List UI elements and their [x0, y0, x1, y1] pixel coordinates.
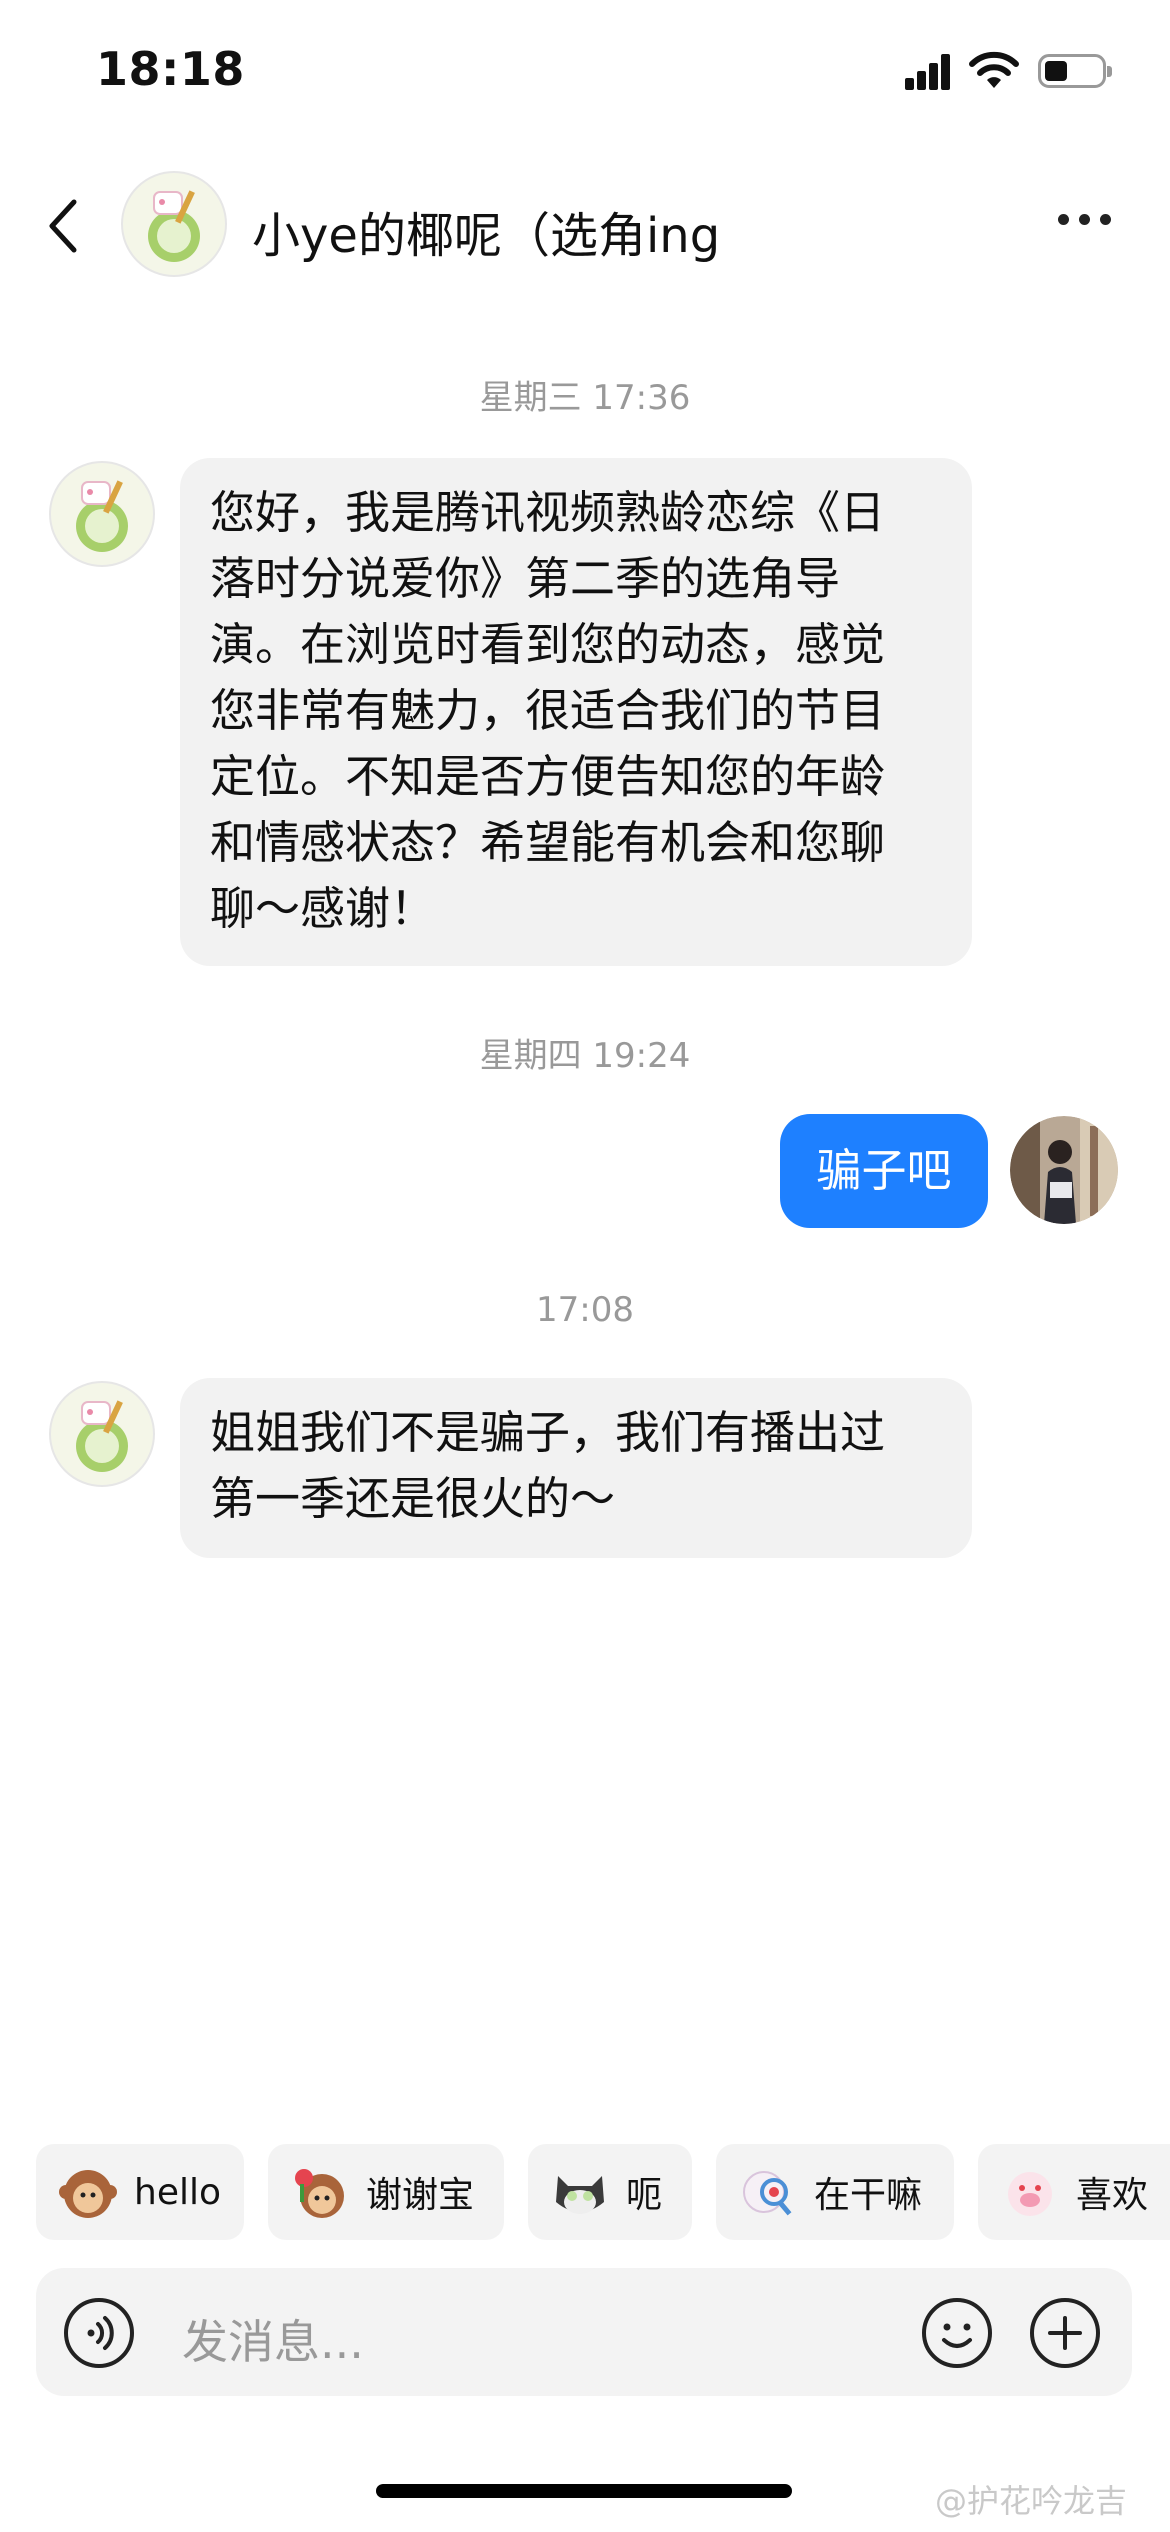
- message-line: 定位。不知是否方便告知您的年龄: [210, 750, 886, 803]
- watermark: @护花吟龙吉: [935, 2482, 1128, 2520]
- add-attachment-icon[interactable]: [1028, 2296, 1102, 2370]
- message-input[interactable]: 发消息...: [182, 2306, 364, 2372]
- quick-reply-label: 在干嘛: [814, 2175, 923, 2216]
- self-message-bubble[interactable]: 骗子吧: [780, 1114, 988, 1228]
- contact-avatar[interactable]: [48, 1380, 156, 1488]
- contact-avatar[interactable]: [48, 460, 156, 568]
- message-line: 聊～感谢！: [210, 882, 436, 935]
- message-line: 和情感状态？希望能有机会和您聊: [210, 816, 886, 869]
- pig-icon: [1008, 2172, 1052, 2216]
- magnifier-creature-icon: [743, 2171, 792, 2216]
- quick-reply-uh[interactable]: 呃: [528, 2144, 692, 2240]
- quick-reply-what-doing[interactable]: 在干嘛: [716, 2144, 954, 2240]
- quick-reply-label: 呃: [626, 2175, 663, 2216]
- cat-icon: [556, 2176, 604, 2214]
- monkey-flower-icon: [295, 2169, 344, 2218]
- message-line: 第一季还是很火的～: [210, 1472, 616, 1525]
- message-line: 您非常有魅力，很适合我们的节目: [210, 684, 886, 737]
- quick-reply-label: 喜欢: [1076, 2175, 1149, 2216]
- message-line: 演。在浏览时看到您的动态，感觉: [210, 618, 886, 671]
- timestamp: 17:08: [536, 1290, 634, 1330]
- quick-reply-thanks[interactable]: 谢谢宝: [268, 2144, 504, 2240]
- quick-reply-label: 谢谢宝: [366, 2175, 475, 2216]
- chat-title: 小ye的椰呢（选角ing: [252, 208, 721, 264]
- contact-avatar[interactable]: [120, 170, 228, 278]
- message-line: 落时分说爱你》第二季的选角导: [210, 552, 841, 605]
- status-time: 18:18: [96, 42, 245, 96]
- timestamp: 星期四 19:24: [479, 1036, 691, 1076]
- battery-icon: [1038, 54, 1112, 88]
- voice-input-icon[interactable]: [62, 2296, 136, 2370]
- message-bubble[interactable]: 您好，我是腾讯视频熟龄恋综《日 落时分说爱你》第二季的选角导 演。在浏览时看到您…: [180, 458, 972, 966]
- back-chevron-icon[interactable]: [44, 196, 84, 256]
- more-options-icon[interactable]: [1058, 214, 1112, 230]
- monkey-wave-icon: [59, 2170, 117, 2218]
- quick-reply-like[interactable]: 喜欢: [978, 2144, 1170, 2240]
- quick-reply-label: hello: [134, 2171, 221, 2213]
- home-indicator[interactable]: [376, 2484, 792, 2498]
- emoji-icon[interactable]: [920, 2296, 994, 2370]
- cellular-signal-icon: [905, 54, 951, 90]
- message-line: 您好，我是腾讯视频熟龄恋综《日: [210, 486, 886, 539]
- wifi-icon: [969, 51, 1019, 88]
- quick-reply-hello[interactable]: hello: [36, 2144, 244, 2240]
- message-line: 姐姐我们不是骗子，我们有播出过: [210, 1406, 886, 1459]
- user-avatar[interactable]: [1010, 1116, 1118, 1224]
- message-bubble[interactable]: 姐姐我们不是骗子，我们有播出过 第一季还是很火的～: [180, 1378, 972, 1558]
- timestamp: 星期三 17:36: [479, 378, 691, 418]
